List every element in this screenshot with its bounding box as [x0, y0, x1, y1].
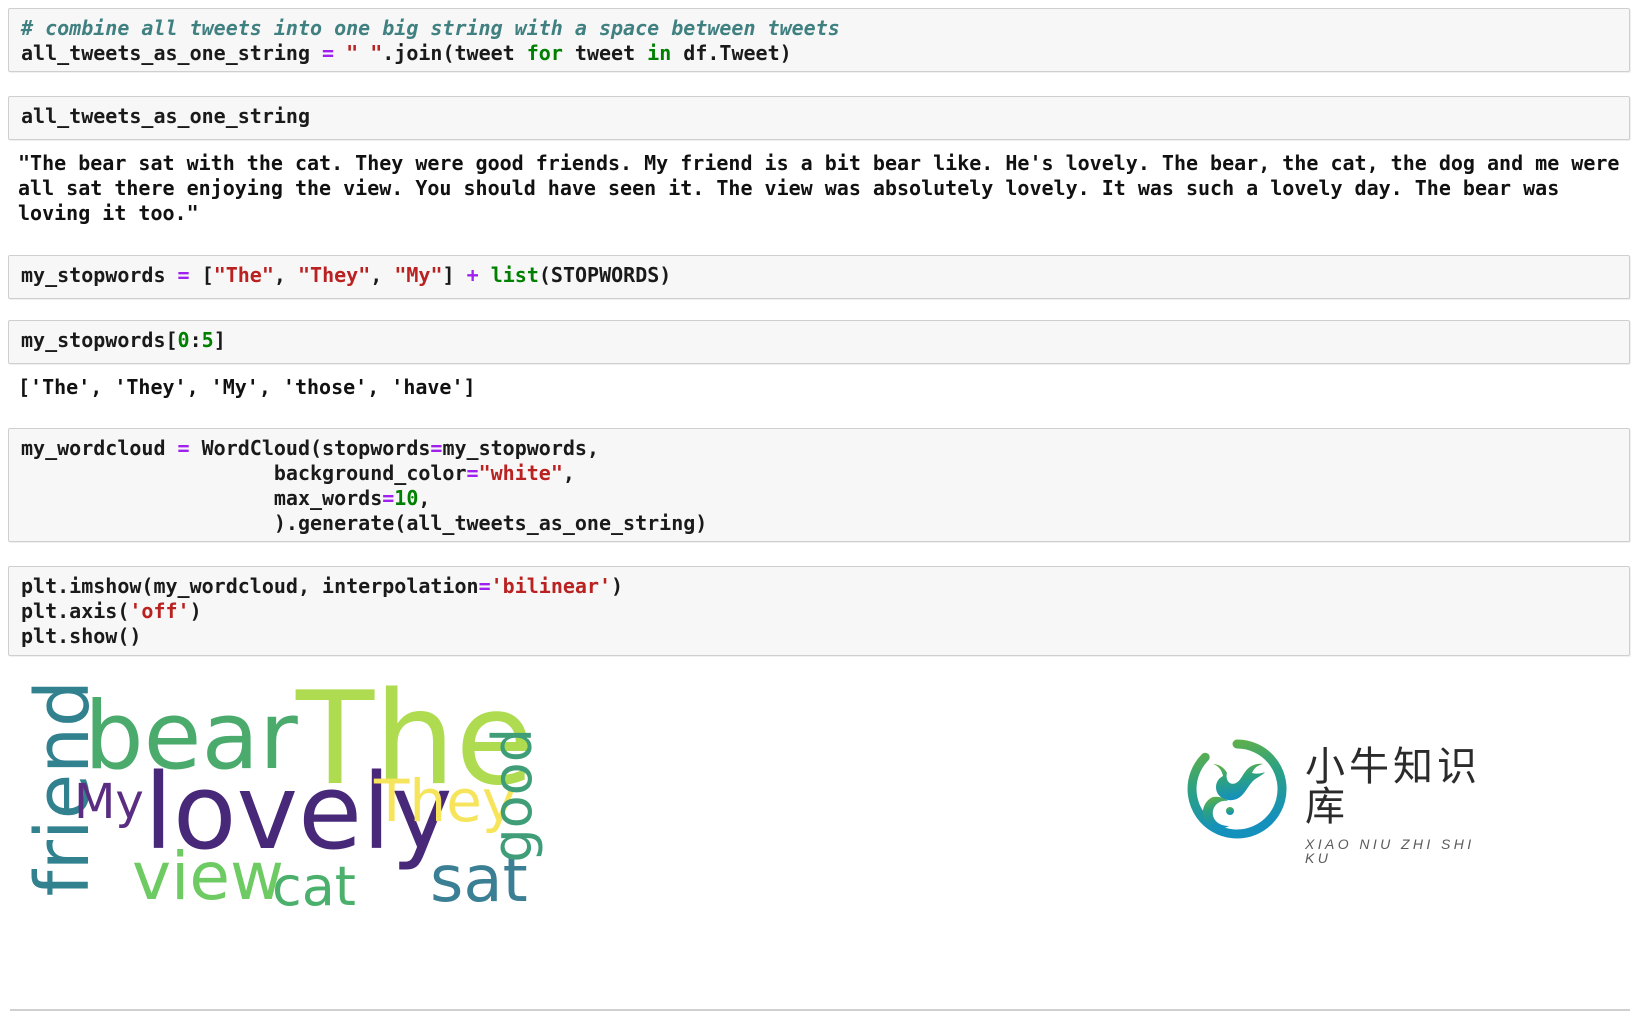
- wordcloud-word: cat: [272, 855, 356, 918]
- logo-name-en: XIAO NIU ZHI SHI KU: [1305, 836, 1475, 866]
- code-token: ,: [562, 461, 575, 485]
- notebook-page: # combine all tweets into one big string…: [0, 0, 1638, 1018]
- code-token: ): [189, 599, 202, 623]
- code-line: # combine all tweets into one big string…: [21, 16, 1629, 41]
- code-token: =: [478, 574, 491, 598]
- code-token: =: [382, 486, 395, 510]
- code-text: plt.imshow(my_wordcloud, interpolation='…: [21, 574, 1629, 649]
- code-token: all_tweets_as_one_string: [21, 41, 323, 65]
- code-line: my_wordcloud = WordCloud(stopwords=my_st…: [21, 436, 1629, 461]
- code-line: max_words=10,: [21, 486, 1629, 511]
- code-line: plt.imshow(my_wordcloud, interpolation='…: [21, 574, 1629, 599]
- code-token: 0: [177, 328, 190, 352]
- code-token: plt.show(): [21, 624, 142, 648]
- code-token: =: [177, 263, 190, 287]
- code-token: plt.axis(: [21, 599, 130, 623]
- wordcloud-word: My: [74, 774, 144, 830]
- code-line: my_stopwords[0:5]: [21, 328, 1629, 353]
- wordcloud-word: bear: [84, 682, 298, 791]
- code-token: in: [647, 41, 672, 65]
- logo-text: 小牛知识库 XIAO NIU ZHI SHI KU: [1305, 747, 1483, 865]
- code-token: .join(tweet: [382, 41, 527, 65]
- cell-stopwords[interactable]: my_stopwords = ["The", "They", "My"] + l…: [8, 255, 1630, 299]
- code-token: ): [611, 574, 624, 598]
- code-token: =: [177, 436, 190, 460]
- code-token: [: [189, 263, 214, 287]
- code-line: all_tweets_as_one_string: [21, 104, 1629, 129]
- code-line: ).generate(all_tweets_as_one_string): [21, 511, 1629, 536]
- code-token: ,: [418, 486, 431, 510]
- code-token: =: [466, 461, 479, 485]
- code-token: ).generate(all_tweets_as_one_string): [21, 511, 708, 535]
- code-token: +: [466, 263, 479, 287]
- code-token: (STOPWORDS): [538, 263, 672, 287]
- code-text: all_tweets_as_one_string: [21, 104, 1629, 129]
- code-token: " ": [346, 41, 383, 65]
- code-token: "My": [394, 263, 443, 287]
- bottom-divider: [10, 1009, 1630, 1011]
- code-token: 10: [394, 486, 419, 510]
- code-token: background_color: [21, 461, 467, 485]
- code-token: max_words: [21, 486, 383, 510]
- code-token: my_wordcloud: [21, 436, 178, 460]
- code-token: WordCloud(stopwords: [189, 436, 431, 460]
- code-token: ]: [442, 263, 467, 287]
- logo-name-cn: 小牛知识库: [1305, 744, 1481, 830]
- code-token: all_tweets_as_one_string: [21, 104, 310, 128]
- code-token: 5: [201, 328, 214, 352]
- output-all-tweets-as-one-string: "The bear sat with the cat. They were go…: [18, 151, 1632, 225]
- ox-in-circle-icon: [1187, 739, 1287, 839]
- code-token: list: [490, 263, 539, 287]
- code-token: 'bilinear': [490, 574, 612, 598]
- code-token: 'off': [129, 599, 190, 623]
- code-line: background_color="white",: [21, 461, 1629, 486]
- code-token: plt.imshow(my_wordcloud, interpolation: [21, 574, 479, 598]
- output-my-stopwords-slice: ['The', 'They', 'My', 'those', 'have']: [18, 375, 476, 399]
- code-token: my_stopwords[: [21, 328, 178, 352]
- code-token: "white": [478, 461, 563, 485]
- code-token: tweet: [562, 41, 648, 65]
- code-token: =: [430, 436, 443, 460]
- code-token: ,: [370, 263, 395, 287]
- cell-wordcloud[interactable]: my_wordcloud = WordCloud(stopwords=my_st…: [8, 428, 1630, 542]
- cell-stopwords-slice[interactable]: my_stopwords[0:5]: [8, 320, 1630, 364]
- code-text: # combine all tweets into one big string…: [21, 16, 1629, 66]
- code-token: ]: [213, 328, 226, 352]
- cell-plot[interactable]: plt.imshow(my_wordcloud, interpolation='…: [8, 566, 1630, 656]
- code-token: "The": [213, 263, 274, 287]
- code-token: for: [526, 41, 563, 65]
- code-line: all_tweets_as_one_string = " ".join(twee…: [21, 41, 1629, 66]
- code-text: my_stopwords = ["The", "They", "My"] + l…: [21, 263, 1629, 288]
- cell-show-string[interactable]: all_tweets_as_one_string: [8, 96, 1630, 140]
- code-token: :: [189, 328, 202, 352]
- code-text: my_stopwords[0:5]: [21, 328, 1629, 353]
- wordcloud-figure: The lovely bear friend view sat They good cat My: [10, 668, 570, 930]
- code-token: ,: [273, 263, 298, 287]
- code-token: =: [322, 41, 335, 65]
- code-token: # combine all tweets into one big string…: [21, 16, 840, 40]
- cell-join-tweets[interactable]: # combine all tweets into one big string…: [8, 8, 1630, 72]
- code-token: my_stopwords: [21, 263, 178, 287]
- code-token: "They": [298, 263, 371, 287]
- code-line: plt.show(): [21, 624, 1629, 649]
- wordcloud-word: good: [481, 728, 544, 863]
- code-text: my_wordcloud = WordCloud(stopwords=my_st…: [21, 436, 1629, 536]
- code-line: plt.axis('off'): [21, 599, 1629, 624]
- wordcloud-word: view: [132, 838, 284, 915]
- code-line: my_stopwords = ["The", "They", "My"] + l…: [21, 263, 1629, 288]
- code-token: my_stopwords,: [442, 436, 600, 460]
- code-token: df.Tweet): [671, 41, 792, 65]
- site-logo: 小牛知识库 XIAO NIU ZHI SHI KU: [1183, 735, 1483, 865]
